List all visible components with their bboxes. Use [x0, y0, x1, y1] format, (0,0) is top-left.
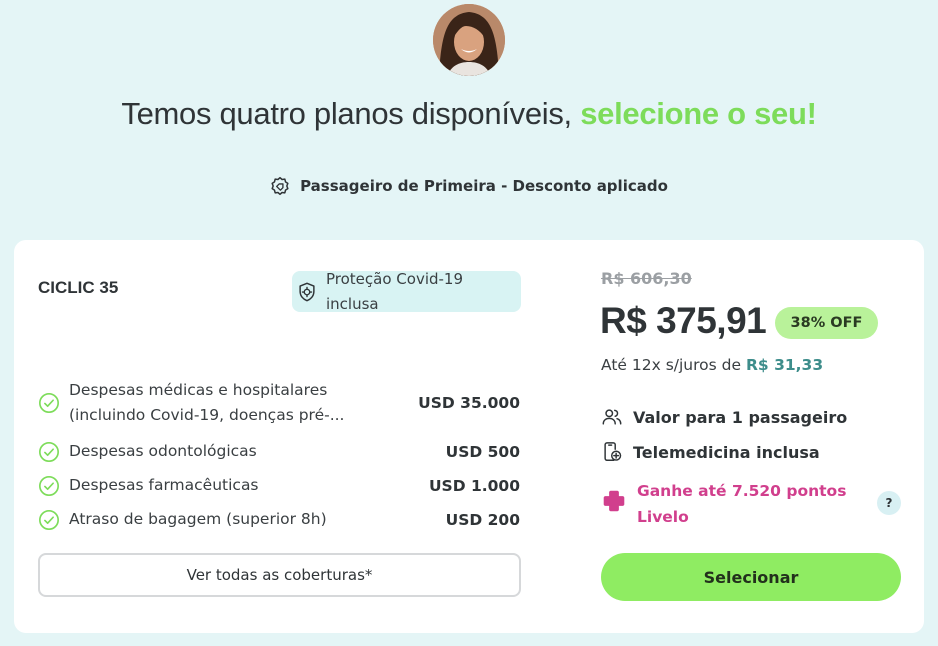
coverage-value: USD 1.000: [428, 476, 520, 495]
livelo-plus-icon: [603, 490, 625, 512]
coverage-value: USD 500: [445, 442, 520, 461]
coverage-item: Despesas farmacêuticas USD 1.000: [38, 473, 522, 498]
virus-shield-icon: [299, 282, 315, 301]
page-title-main: Temos quatro planos disponíveis,: [121, 96, 572, 131]
mobile-medical-icon: [604, 442, 622, 461]
avatar: [433, 4, 505, 76]
select-plan-button[interactable]: Selecionar: [601, 553, 901, 601]
discount-notice: Passageiro de Primeira - Desconto aplica…: [0, 176, 938, 196]
telemedicine-label: Telemedicina inclusa: [633, 442, 820, 462]
plan-card: CICLIC 35 Proteção Covid-19 inclusa Desp…: [14, 240, 924, 633]
page-title-accent: selecione o seu!: [580, 96, 817, 131]
covid-badge-label: Proteção Covid-19 inclusa: [326, 269, 464, 313]
coverage-item: Despesas médicas e hospitalares (incluin…: [38, 378, 522, 428]
person-photo-icon: [433, 4, 505, 76]
help-icon[interactable]: ?: [877, 491, 901, 515]
coverage-value: USD 200: [445, 510, 520, 529]
installments-info: Até 12x s/juros de R$ 31,33: [601, 356, 823, 374]
telemedicine-feature: Telemedicina inclusa: [601, 441, 820, 463]
plan-name: CICLIC 35: [38, 278, 119, 297]
original-price: R$ 606,30: [601, 269, 692, 288]
installments-value: R$ 31,33: [745, 356, 824, 374]
installments-prefix: Até 12x s/juros de: [601, 356, 742, 374]
view-all-coverages-button[interactable]: Ver todas as coberturas*: [38, 553, 521, 597]
coverage-label: Despesas odontológicas: [69, 442, 257, 460]
coverage-label: Despesas médicas e hospitalares (incluin…: [69, 381, 345, 424]
livelo-label: Ganhe até 7.520 pontos Livelo: [637, 482, 847, 526]
livelo-points: Ganhe até 7.520 pontos Livelo: [601, 478, 857, 530]
check-circle-icon: [39, 393, 59, 413]
coverage-label: Atraso de bagagem (superior 8h): [69, 510, 327, 528]
check-circle-icon: [39, 509, 59, 530]
current-price: R$ 375,91: [600, 300, 767, 341]
coverage-item: Atraso de bagagem (superior 8h) USD 200: [38, 507, 522, 532]
discount-badge-icon: [271, 176, 289, 196]
passengers-feature: Valor para 1 passageiro: [601, 406, 847, 428]
passengers-label: Valor para 1 passageiro: [633, 407, 848, 427]
coverage-item: Despesas odontológicas USD 500: [38, 439, 522, 464]
check-circle-icon: [39, 441, 59, 462]
coverage-value: USD 35.000: [418, 394, 520, 412]
discount-label: Passageiro de Primeira - Desconto aplica…: [300, 177, 668, 195]
coverage-label: Despesas farmacêuticas: [69, 476, 259, 494]
page-title: Temos quatro planos disponíveis, selecio…: [0, 96, 938, 132]
covid-protection-badge: Proteção Covid-19 inclusa: [292, 270, 521, 313]
discount-percent-badge: 38% OFF: [775, 307, 878, 339]
check-circle-icon: [39, 475, 59, 496]
users-icon: [602, 409, 622, 425]
